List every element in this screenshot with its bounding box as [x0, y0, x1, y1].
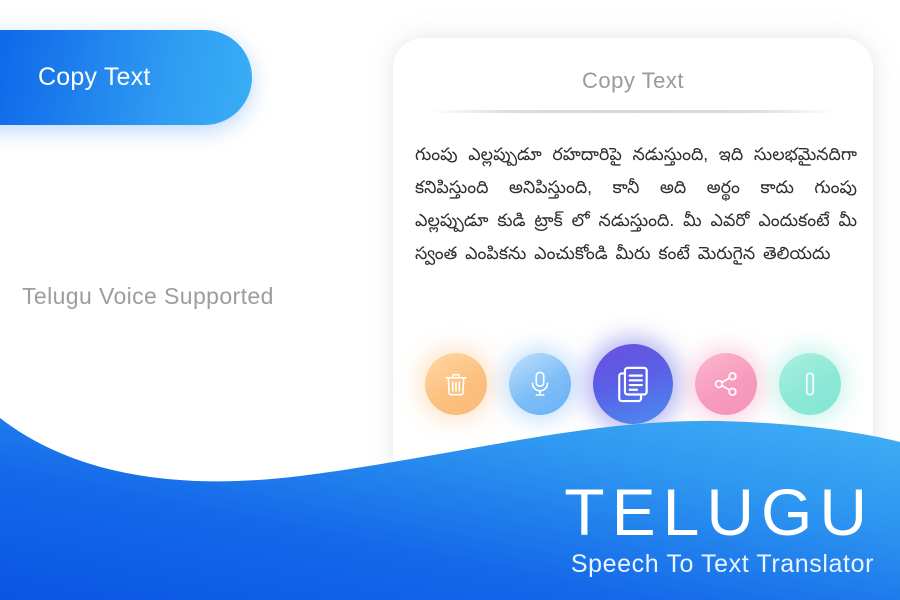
card-divider [431, 110, 835, 113]
footer-branding: TELUGU Speech To Text Translator [564, 479, 874, 582]
paste-icon [795, 369, 825, 399]
copy-text-badge[interactable]: Copy Text [0, 30, 252, 125]
trash-icon [441, 369, 471, 399]
voice-supported-caption: Telugu Voice Supported [22, 283, 274, 309]
app-promo-screen: Copy Text Telugu Voice Supported Copy Te… [0, 0, 900, 600]
copy-icon [612, 363, 654, 405]
card-title: Copy Text [582, 68, 684, 93]
copy-text-badge-label: Copy Text [38, 63, 151, 91]
app-tagline: Speech To Text Translator [570, 550, 874, 578]
app-name: TELUGU [564, 475, 874, 549]
share-icon [711, 369, 741, 399]
microphone-icon [525, 369, 555, 399]
translated-text-body: గుంపు ఎల్లప్పుడూ రహదారిపై నడుస్తుంది, ఇద… [415, 144, 857, 263]
